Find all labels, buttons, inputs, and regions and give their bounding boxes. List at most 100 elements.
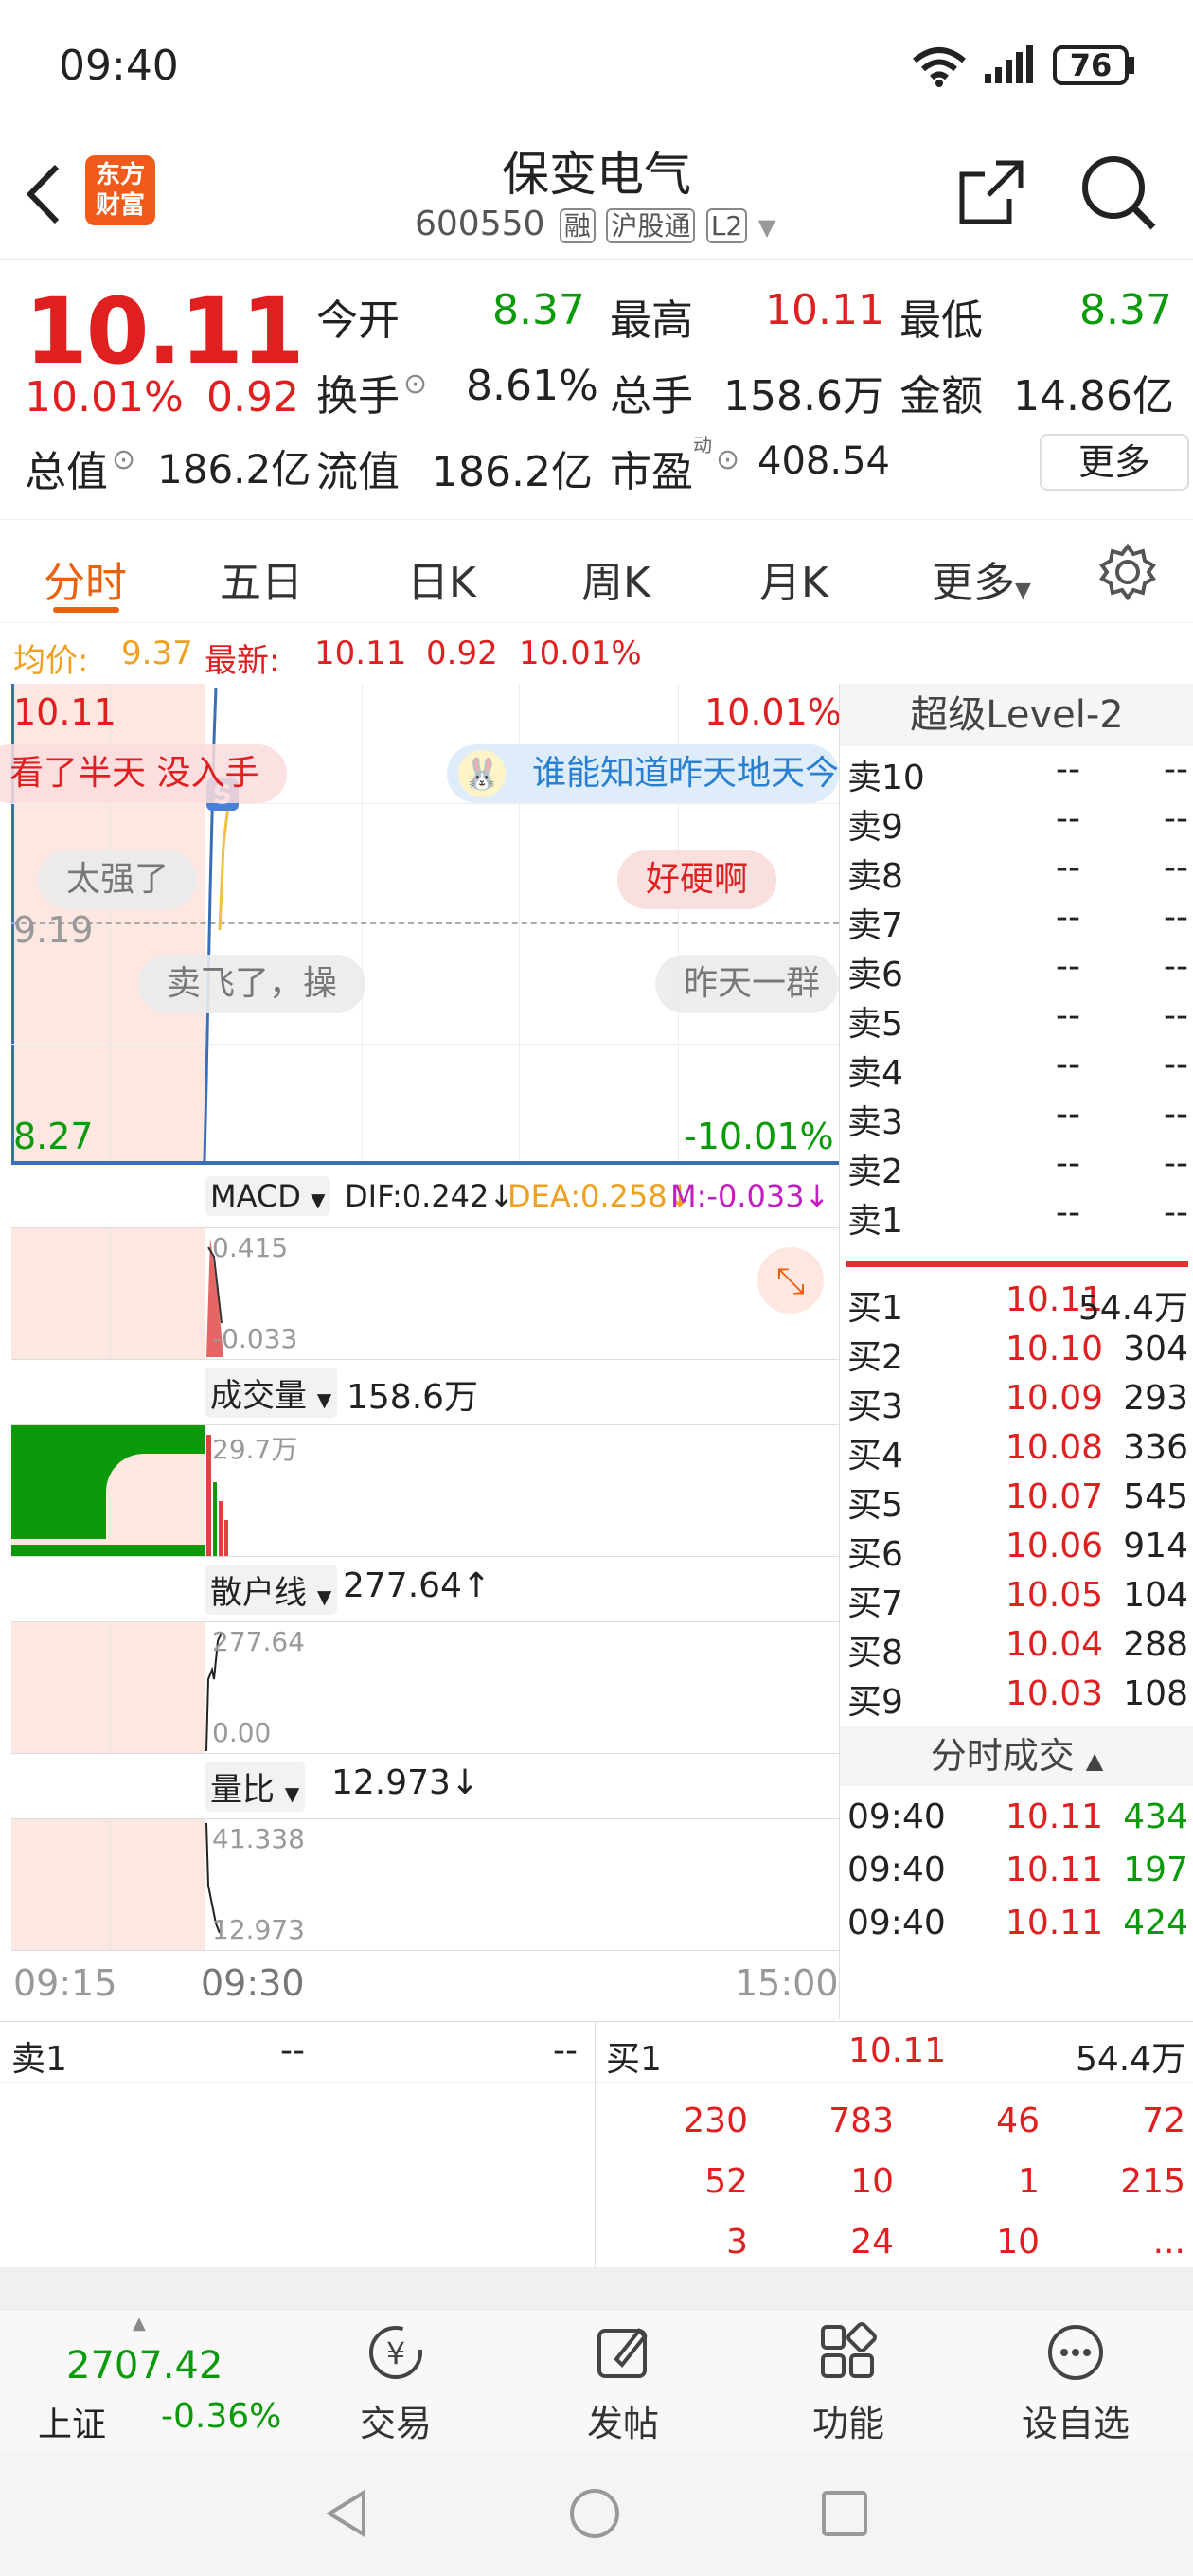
wifi-icon (913, 47, 966, 87)
ratio-top: 41.338 (212, 1823, 305, 1854)
tag-hk-connect: 沪股通 (606, 208, 696, 243)
tab-intraday[interactable]: 分时 (44, 548, 127, 609)
bid-row[interactable]: 买7 10.05 104 (840, 1576, 1193, 1625)
tab-daily-k[interactable]: 日K (407, 548, 476, 609)
bid-row[interactable]: 买2 10.10 304 (840, 1330, 1193, 1379)
sell1-label: 卖1 (11, 2040, 67, 2079)
macd-selector[interactable]: MACD ▼ (205, 1176, 331, 1216)
amount-value: 14.86亿 (1013, 372, 1174, 420)
level2-panel[interactable]: 超级Level-2 卖10 -- -- 卖9 -- -- 卖8 -- -- 卖7 -- -- 卖6 -- -… (839, 684, 1193, 2019)
nav-post[interactable]: 发帖 (557, 2319, 689, 2446)
more-button[interactable]: 更多 (1040, 434, 1189, 491)
last-value: 10.11 (314, 635, 407, 672)
danmaku-bubble[interactable]: 看了半天 没入手 (0, 744, 288, 803)
tick-label: 09:40 (847, 1851, 946, 1889)
ask-row[interactable]: 卖6 -- -- (840, 947, 1193, 996)
bid-row[interactable]: 买4 10.08 336 (840, 1428, 1193, 1477)
danmaku-bubble[interactable]: 卖飞了，操 (138, 955, 366, 1013)
volume-panel: 29.7万 (11, 1424, 839, 1557)
danmaku-bubble[interactable]: 昨天一群 (655, 955, 839, 1013)
ask-row[interactable]: 卖8 -- -- (840, 849, 1193, 898)
danmaku-bubble[interactable]: 太强了 (38, 850, 198, 909)
volume-name: 成交量 (210, 1377, 307, 1415)
ask-row[interactable]: 卖1 -- -- (840, 1193, 1193, 1243)
ask-row[interactable]: 卖5 -- -- (840, 996, 1193, 1046)
tab-monthly-k[interactable]: 月K (759, 548, 828, 609)
ask-row[interactable]: 卖2 -- -- (840, 1144, 1193, 1193)
bid-label: 买3 (847, 1387, 903, 1426)
nav-functions[interactable]: 功能 (782, 2319, 915, 2446)
tab-more[interactable]: 更多▼ (932, 548, 1031, 609)
high-label: 最高 (610, 296, 693, 345)
avg-label: 均价: (13, 642, 89, 680)
bid-row[interactable]: 买6 10.06 914 (840, 1527, 1193, 1576)
ask-label: 卖2 (847, 1153, 903, 1191)
info-icon[interactable]: ⊙ (112, 443, 135, 476)
danmaku-bubble[interactable]: 谁能知道昨天地天今 (447, 744, 839, 803)
bid-price: 10.10 (1005, 1330, 1103, 1368)
danmaku-bubble[interactable]: 好硬啊 (617, 850, 777, 909)
ask-label: 卖8 (847, 857, 903, 896)
ask-row[interactable]: 卖4 -- -- (840, 1046, 1193, 1095)
tag-margin: 融 (559, 208, 596, 243)
info-icon[interactable]: ⊙ (716, 443, 739, 476)
ask-price: -- (1056, 1144, 1080, 1183)
ask-row[interactable]: 卖9 -- -- (840, 799, 1193, 849)
caret-down-icon[interactable]: ▼ (758, 214, 775, 241)
tick-row[interactable]: 09:40 10.11 434 (840, 1798, 1193, 1847)
queue-order-size: 10 (850, 2162, 894, 2201)
tick-label: 09:40 (847, 1798, 946, 1836)
bid-price: 10.05 (1005, 1576, 1103, 1615)
ask-row[interactable]: 卖10 -- -- (840, 750, 1193, 799)
avatar: 🐰 (458, 750, 506, 797)
bid-row[interactable]: 买8 10.04 288 (840, 1625, 1193, 1674)
tick-row[interactable]: 09:40 10.11 424 (840, 1904, 1193, 1953)
bid-row[interactable]: 买3 10.09 293 (840, 1379, 1193, 1428)
retail-selector[interactable]: 散户线 ▼ (205, 1565, 338, 1615)
bid-list: 买1 10.11 54.4万 买2 10.10 304 买3 10.09 293 买4 10.08 3… (840, 1273, 1193, 1727)
ask-row[interactable]: 卖7 -- -- (840, 898, 1193, 947)
ratio-value: 12.973↓ (331, 1763, 480, 1802)
ticks-header[interactable]: 分时成交 ▲ (840, 1726, 1193, 1786)
tick-row[interactable]: 09:40 10.11 197 (840, 1851, 1193, 1900)
volume-selector[interactable]: 成交量 ▼ (205, 1368, 338, 1418)
bid-row[interactable]: 买9 10.03 108 (840, 1674, 1193, 1724)
bid-price: 10.03 (1005, 1674, 1103, 1713)
macd-dif: DIF:0.242↓ (345, 1178, 515, 1214)
ask-volume: -- (1164, 996, 1188, 1035)
system-nav (0, 2451, 1193, 2576)
bid-label: 买5 (847, 1486, 903, 1525)
ask-row[interactable]: 卖3 -- -- (840, 1095, 1193, 1144)
back-triangle-icon[interactable] (320, 2485, 377, 2542)
bid-label: 买8 (847, 1634, 903, 1673)
recents-square-icon[interactable] (816, 2485, 873, 2542)
volume-value: 158.6万 (723, 372, 884, 420)
nav-trade[interactable]: ¥ 交易 (329, 2319, 462, 2446)
nav-add-watchlist[interactable]: 设自选 (1009, 2319, 1142, 2446)
share-icon[interactable] (956, 157, 1026, 227)
expand-icon[interactable]: ⤡ (757, 1247, 824, 1314)
ask-volume: -- (1164, 947, 1188, 986)
home-circle-icon[interactable] (566, 2485, 623, 2542)
index-widget[interactable]: ▲ 2707.42 上证 -0.36% (19, 2314, 294, 2444)
nav-trade-label: 交易 (359, 2403, 432, 2444)
caret-down-icon: ▼ (284, 1782, 300, 1805)
tab-weekly-k[interactable]: 周K (581, 548, 650, 609)
intraday-chart[interactable]: 10.11 10.01% 9.19 8.27 -10.01% S 看了半天 没入… (0, 684, 842, 2019)
ask-volume: -- (1164, 898, 1188, 937)
ratio-selector[interactable]: 量比 ▼ (205, 1762, 306, 1812)
search-icon[interactable] (1079, 153, 1159, 233)
gear-icon[interactable] (1098, 543, 1157, 601)
ask-price: -- (1056, 849, 1080, 887)
status-time: 09:40 (59, 42, 179, 90)
queue-header: 卖1 -- -- 买1 10.11 54.4万 (0, 2022, 1193, 2083)
info-icon[interactable]: ⊙ (403, 367, 427, 401)
battery-level: 76 (1069, 47, 1113, 83)
bid-row[interactable]: 买5 10.07 545 (840, 1477, 1193, 1527)
last-pct: 10.01% (519, 635, 642, 672)
tab-five-day[interactable]: 五日 (220, 548, 303, 609)
grid-line (110, 1622, 111, 1753)
tab-more-label: 更多 (932, 559, 1015, 607)
bid-row[interactable]: 买1 10.11 54.4万 (840, 1280, 1193, 1330)
caret-down-icon: ▼ (311, 1189, 326, 1211)
